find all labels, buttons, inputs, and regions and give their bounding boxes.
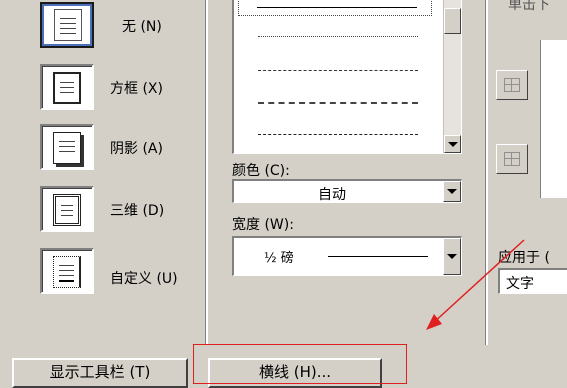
- setting-none-label: 无 (N): [122, 19, 162, 35]
- setting-custom-button[interactable]: [40, 248, 94, 294]
- color-dropdown-button[interactable]: [443, 181, 461, 202]
- page-shadow-icon: [53, 132, 81, 164]
- setting-3d-button[interactable]: [40, 186, 94, 232]
- scroll-thumb[interactable]: [444, 8, 461, 34]
- page-box-icon: [53, 72, 81, 104]
- color-dropdown[interactable]: 自动: [232, 179, 462, 203]
- scroll-down-button[interactable]: [444, 135, 461, 153]
- page-3d-icon: [53, 194, 81, 226]
- width-line-sample: [328, 256, 428, 257]
- color-value: 自动: [318, 187, 346, 203]
- preview-instruction: 单击下: [508, 0, 550, 13]
- grid-icon: [504, 78, 520, 92]
- grid-icon: [504, 152, 520, 166]
- setting-box-label: 方框 (X): [110, 81, 163, 97]
- annotation-arrow-icon: [426, 239, 525, 330]
- setting-none-button[interactable]: [40, 2, 94, 48]
- annotation-highlight-box: [193, 344, 407, 384]
- line-style-list[interactable]: [232, 0, 462, 154]
- width-value: ½ 磅: [264, 251, 294, 266]
- page-custom-icon: [53, 256, 81, 288]
- arrow-down-icon: [448, 142, 458, 147]
- style-dashed-item[interactable]: [258, 102, 418, 104]
- setting-custom-label: 自定义 (U): [110, 271, 178, 287]
- style-list-scrollbar[interactable]: [443, 0, 461, 153]
- chevron-down-icon: [447, 189, 457, 194]
- border-toggle-button-top[interactable]: [496, 70, 528, 100]
- style-dashed-small-item[interactable]: [258, 70, 418, 71]
- setting-3d-label: 三维 (D): [110, 203, 165, 219]
- setting-box-button[interactable]: [40, 64, 94, 110]
- preview-area[interactable]: [540, 40, 567, 198]
- style-dash-dot-item[interactable]: [258, 134, 418, 135]
- style-dotted-item[interactable]: [258, 36, 418, 37]
- color-label: 颜色 (C):: [232, 163, 290, 179]
- border-toggle-button-bottom[interactable]: [496, 144, 528, 174]
- setting-shadow-label: 阴影 (A): [110, 141, 163, 157]
- width-label: 宽度 (W):: [232, 217, 294, 233]
- setting-shadow-button[interactable]: [40, 124, 94, 170]
- show-toolbar-button[interactable]: 显示工具栏 (T): [12, 358, 188, 388]
- divider-left: [205, 0, 208, 345]
- selected-style-item[interactable]: [238, 0, 432, 16]
- page-none-icon: [54, 9, 82, 41]
